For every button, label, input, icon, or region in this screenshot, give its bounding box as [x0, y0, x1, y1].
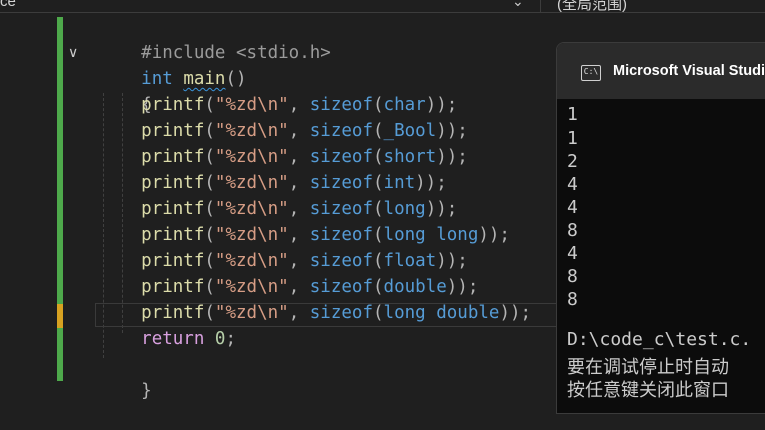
code-line-open-brace[interactable]: { — [99, 66, 152, 115]
navigation-bar: ce ⌄ (全局范围) — [0, 0, 765, 13]
printf-call: printf — [141, 95, 205, 115]
type-name: int — [383, 173, 416, 193]
code-line-printf[interactable]: printf("%zd\n", sizeof(short)); — [99, 144, 468, 170]
type-name: double — [383, 277, 447, 297]
sizeof-keyword: sizeof — [309, 225, 373, 245]
console-output-line: 1 — [567, 128, 578, 149]
printf-call: printf — [141, 173, 205, 193]
return-keyword: return — [141, 329, 205, 349]
code-line-close-brace[interactable]: } — [99, 352, 152, 401]
scope-dropdown-label: ce — [0, 0, 16, 10]
console-output-line: 4 — [567, 174, 578, 195]
console-tab[interactable]: C:\ Microsoft Visual Studio — [557, 43, 765, 99]
code-line-printf[interactable]: printf("%zd\n", sizeof(long)); — [99, 196, 457, 222]
main-parens: () — [225, 69, 247, 89]
code-line-printf[interactable]: printf("%zd\n", sizeof(int)); — [99, 170, 447, 196]
console-message: 按任意键关闭此窗口 — [567, 380, 729, 401]
printf-call: printf — [141, 277, 205, 297]
format-string: "%zd\n" — [214, 303, 289, 323]
printf-call: printf — [141, 199, 205, 219]
code-line-printf[interactable]: printf("%zd\n", sizeof(long long)); — [99, 222, 510, 248]
sizeof-keyword: sizeof — [309, 121, 373, 141]
format-string: "%zd\n" — [214, 251, 289, 271]
console-output-line: 8 — [567, 220, 578, 241]
include-header: <stdio.h> — [236, 43, 331, 63]
code-line-printf[interactable]: printf("%zd\n", sizeof(char)); — [99, 92, 457, 118]
return-value: 0 — [214, 329, 226, 349]
console-title: Microsoft Visual Studio — [613, 63, 765, 79]
code-line-printf[interactable]: printf("%zd\n", sizeof(long double)); — [99, 300, 531, 326]
type-name: long — [383, 199, 426, 219]
type-name: _Bool — [383, 121, 437, 141]
sizeof-keyword: sizeof — [309, 95, 373, 115]
console-output-line: 4 — [567, 197, 578, 218]
debug-console-window[interactable]: C:\ Microsoft Visual Studio 1 1 2 4 4 8 … — [556, 42, 765, 414]
console-output-line: 8 — [567, 289, 578, 310]
printf-call: printf — [141, 147, 205, 167]
type-name: long long — [383, 225, 479, 245]
printf-call: printf — [141, 121, 205, 141]
format-string: "%zd\n" — [214, 95, 289, 115]
terminal-icon: C:\ — [581, 65, 601, 81]
console-output-line: 4 — [567, 243, 578, 264]
current-line-marker — [57, 304, 63, 328]
sizeof-keyword: sizeof — [309, 251, 373, 271]
close-brace: } — [141, 381, 152, 401]
sizeof-keyword: sizeof — [309, 199, 373, 219]
printf-call: printf — [141, 303, 205, 323]
format-string: "%zd\n" — [214, 277, 289, 297]
code-line-printf[interactable]: printf("%zd\n", sizeof(_Bool)); — [99, 118, 468, 144]
scope-dropdown[interactable]: ce — [0, 0, 530, 11]
format-string: "%zd\n" — [214, 147, 289, 167]
printf-call: printf — [141, 225, 205, 245]
format-string: "%zd\n" — [214, 225, 289, 245]
type-name: float — [383, 251, 437, 271]
format-string: "%zd\n" — [214, 121, 289, 141]
type-name: long double — [383, 303, 500, 323]
sizeof-keyword: sizeof — [309, 147, 373, 167]
console-output-line: 8 — [567, 266, 578, 287]
code-line-include[interactable]: #include <stdio.h> — [99, 14, 331, 63]
sizeof-keyword: sizeof — [309, 277, 373, 297]
code-line-return[interactable]: return 0; — [99, 326, 236, 352]
printf-call: printf — [141, 251, 205, 271]
console-output-line: 1 — [567, 104, 578, 125]
console-output-line: 2 — [567, 151, 578, 172]
type-name: char — [383, 95, 426, 115]
sizeof-keyword: sizeof — [309, 173, 373, 193]
collapse-chevron-icon[interactable]: ∨ — [68, 45, 78, 61]
main-function-name: main — [183, 69, 226, 89]
divider — [540, 0, 541, 12]
code-line-printf[interactable]: printf("%zd\n", sizeof(float)); — [99, 248, 468, 274]
format-string: "%zd\n" — [214, 199, 289, 219]
chevron-down-icon[interactable]: ⌄ — [512, 0, 524, 10]
format-string: "%zd\n" — [214, 173, 289, 193]
global-scope-dropdown[interactable]: (全局范围) — [557, 0, 627, 12]
console-path-line: D:\code_c\test.c. — [567, 329, 752, 350]
type-name: short — [383, 147, 437, 167]
code-line-main[interactable]: int main() — [99, 40, 246, 89]
sizeof-keyword: sizeof — [309, 303, 373, 323]
code-line-printf[interactable]: printf("%zd\n", sizeof(double)); — [99, 274, 478, 300]
